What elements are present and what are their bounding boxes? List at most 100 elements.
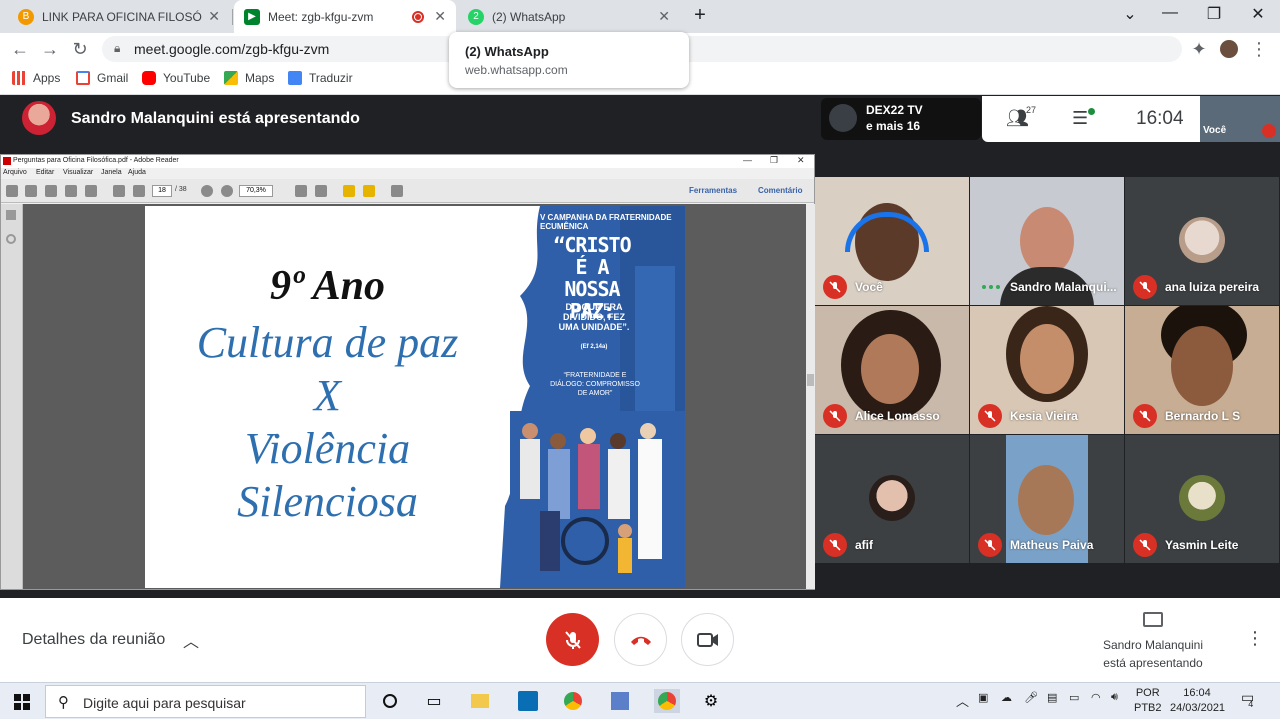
pdf-menu-bar: Arquivo Editar Visualizar Janela Ajuda: [1, 168, 814, 179]
chrome-menu-icon[interactable]: ⋮: [1248, 38, 1270, 60]
mic-off-icon: [1133, 533, 1157, 557]
bookmark-youtube[interactable]: YouTube: [142, 71, 210, 85]
participant-tile[interactable]: Alice Lomasso: [815, 306, 969, 434]
participant-tile[interactable]: Bernardo L S: [1125, 306, 1279, 434]
participant-tile[interactable]: afif: [815, 435, 969, 563]
fit-width-icon[interactable]: [295, 185, 307, 197]
new-tab-button[interactable]: +: [688, 4, 712, 27]
tools-link[interactable]: Ferramentas: [689, 186, 737, 195]
battery-icon[interactable]: ▭: [1069, 691, 1079, 704]
windows-start-icon[interactable]: [14, 694, 30, 710]
expand-icon[interactable]: [391, 185, 403, 197]
minimize-icon[interactable]: —: [1158, 4, 1182, 22]
close-icon[interactable]: ✕: [797, 155, 805, 166]
highlight-icon[interactable]: [363, 185, 375, 197]
page-up-icon[interactable]: [113, 185, 125, 197]
slide-lines: Cultura de paz X Violência Silenciosa: [165, 316, 490, 528]
forward-icon[interactable]: →: [39, 38, 61, 60]
pdf-scrollbar[interactable]: [806, 204, 815, 589]
participant-tile[interactable]: Matheus Paiva: [970, 435, 1124, 563]
camera-toggle-button[interactable]: [681, 613, 734, 666]
page-number-input[interactable]: 18: [152, 185, 172, 197]
menu-editar[interactable]: Editar: [36, 169, 54, 176]
presenting-text: Sandro Malanquini está apresentando: [71, 110, 360, 127]
host-summary[interactable]: DEX22 TV e mais 16: [821, 98, 981, 140]
tab-meet[interactable]: ▶ Meet: zgb-kfgu-zvm ✕: [234, 0, 456, 33]
menu-visualizar[interactable]: Visualizar: [63, 169, 93, 176]
participant-tile[interactable]: Você: [815, 177, 969, 305]
fit-page-icon[interactable]: [315, 185, 327, 197]
more-options-icon[interactable]: ⋮: [1246, 628, 1264, 649]
dell-icon[interactable]: [516, 689, 540, 713]
reload-icon[interactable]: ↻: [69, 38, 91, 60]
tab-oficina[interactable]: B LINK PARA OFICINA FILOSÓFICA ✕: [8, 0, 230, 33]
extensions-icon[interactable]: ✦: [1188, 38, 1210, 60]
bookmark-gmail[interactable]: Gmail: [76, 71, 128, 85]
language-indicator[interactable]: POR PTB2: [1134, 686, 1162, 716]
zoom-in-icon[interactable]: [221, 185, 233, 197]
email-icon[interactable]: [85, 185, 97, 197]
present-screen-icon[interactable]: [1143, 612, 1163, 627]
volume-icon[interactable]: 🔊︎: [1111, 691, 1118, 704]
comment-link[interactable]: Comentário: [758, 186, 802, 195]
profile-avatar[interactable]: [1218, 38, 1240, 60]
onedrive-icon[interactable]: ☁︎: [1001, 691, 1012, 704]
taskbar-clock[interactable]: 16:04 24/03/2021: [1170, 686, 1225, 716]
open-icon[interactable]: [25, 185, 37, 197]
participant-tile[interactable]: Sandro Malanqui...: [970, 177, 1124, 305]
comment-icon[interactable]: [343, 185, 355, 197]
scroll-thumb[interactable]: [807, 374, 814, 386]
tab-divider: [232, 9, 233, 25]
whatsapp-icon: 2: [468, 8, 484, 25]
presenter-status[interactable]: Sandro Malanquini está apresentando: [1060, 636, 1246, 672]
participant-tile[interactable]: ana luiza pereira: [1125, 177, 1279, 305]
bookmark-traduzir[interactable]: Traduzir: [288, 71, 353, 85]
menu-janela[interactable]: Janela: [101, 169, 122, 176]
restore-icon[interactable]: ❐: [1202, 4, 1226, 24]
notifications-icon[interactable]: ▭4: [1241, 689, 1259, 709]
chrome-icon[interactable]: [561, 689, 585, 713]
cortana-icon[interactable]: [378, 689, 402, 713]
file-explorer-icon[interactable]: [468, 689, 492, 713]
campaign-poster: V CAMPANHA DA FRATERNIDADE ECUMÊNICA “CR…: [500, 206, 685, 588]
minimize-icon[interactable]: —: [743, 155, 752, 165]
attachment-icon[interactable]: [6, 234, 16, 244]
mic-toggle-button[interactable]: [546, 613, 599, 666]
meet-tray-icon[interactable]: ▣: [978, 691, 988, 704]
restore-icon[interactable]: ❐: [770, 155, 778, 166]
save-icon[interactable]: [45, 185, 57, 197]
photos-icon[interactable]: [608, 689, 632, 713]
tab-search-icon[interactable]: ⌄: [1118, 4, 1142, 24]
menu-ajuda[interactable]: Ajuda: [128, 169, 146, 176]
chrome-active-icon[interactable]: [654, 689, 680, 713]
back-icon[interactable]: ←: [9, 38, 31, 60]
bookmark-maps[interactable]: Maps: [224, 71, 274, 85]
chevron-up-icon[interactable]: ︿: [183, 628, 199, 652]
meeting-details-button[interactable]: Detalhes da reunião: [22, 631, 165, 649]
microphone-icon[interactable]: 🎤︎: [1024, 691, 1038, 704]
chat-icon[interactable]: ☰: [1072, 108, 1088, 129]
settings-gear-icon[interactable]: ⚙︎: [699, 689, 723, 713]
close-icon[interactable]: ✕: [658, 8, 670, 25]
pages-icon[interactable]: [6, 210, 16, 220]
zoom-input[interactable]: 70,3%: [239, 185, 273, 197]
close-window-icon[interactable]: ✕: [1246, 4, 1270, 24]
zoom-out-icon[interactable]: [201, 185, 213, 197]
task-view-icon[interactable]: ▭: [422, 689, 446, 713]
taskbar-search-box[interactable]: ⚲ Digite aqui para pesquisar: [45, 685, 366, 718]
tab-whatsapp[interactable]: 2 (2) WhatsApp ✕: [458, 0, 680, 33]
participant-tile[interactable]: Kesia Vieira: [970, 306, 1124, 434]
wifi-icon[interactable]: ◠: [1091, 691, 1101, 704]
self-preview[interactable]: Você: [1200, 96, 1280, 142]
bookmark-apps[interactable]: Apps: [12, 71, 60, 85]
print-icon[interactable]: [65, 185, 77, 197]
participant-tile[interactable]: Yasmin Leite: [1125, 435, 1279, 563]
leave-call-button[interactable]: [614, 613, 667, 666]
close-icon[interactable]: ✕: [434, 8, 446, 25]
close-icon[interactable]: ✕: [208, 8, 220, 25]
page-down-icon[interactable]: [133, 185, 145, 197]
dell-tray-icon[interactable]: ▤: [1047, 691, 1057, 704]
chevron-up-icon[interactable]: ︿: [956, 691, 969, 710]
create-icon[interactable]: [6, 185, 18, 197]
menu-arquivo[interactable]: Arquivo: [3, 169, 27, 176]
